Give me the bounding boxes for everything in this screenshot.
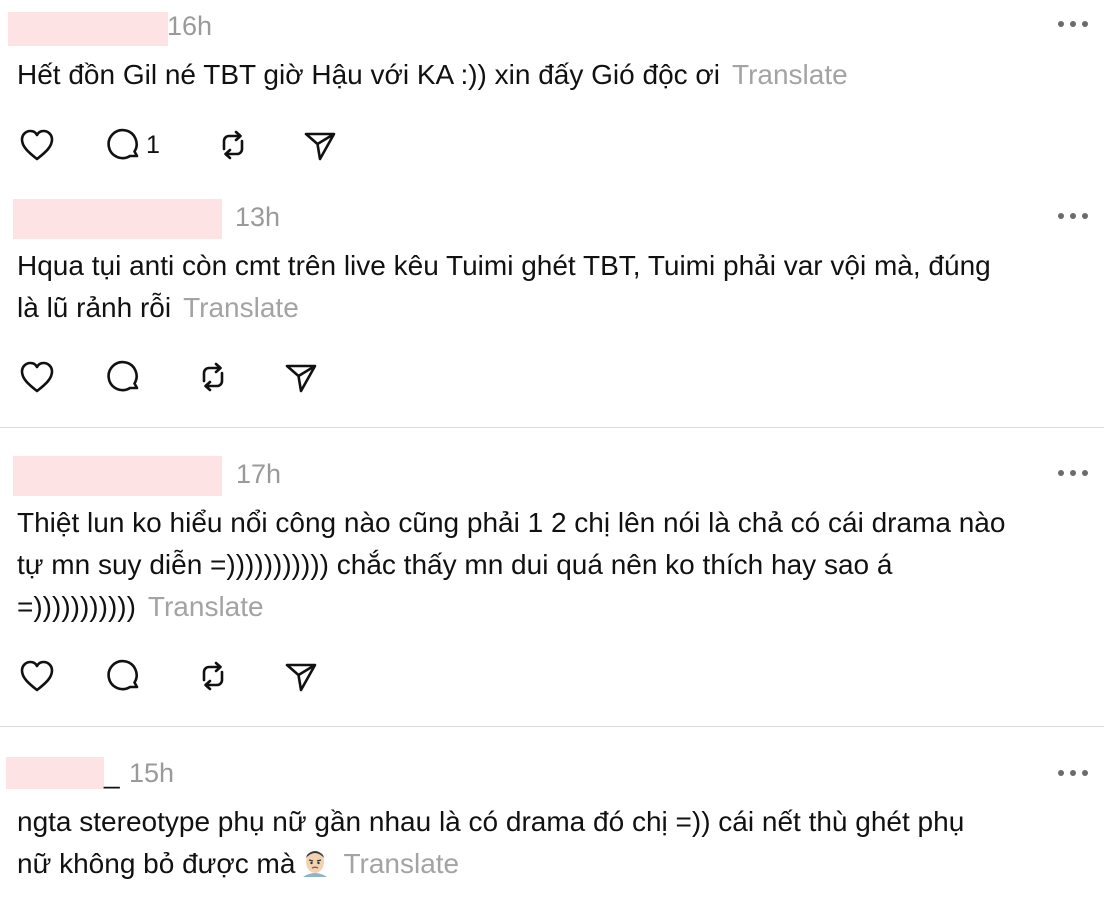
action-bar [0, 357, 400, 397]
share-icon [285, 663, 317, 692]
translate-link[interactable]: Translate [183, 292, 299, 323]
post-text: Hết đồn Gil né TBT giờ Hậu với KA :)) xi… [17, 54, 1086, 96]
more-icon [1058, 770, 1088, 776]
like-button[interactable] [19, 357, 55, 397]
post-time: 13h [235, 202, 281, 232]
post-divider [0, 726, 1104, 727]
username-redacted[interactable] [13, 199, 222, 239]
heart-icon [20, 129, 54, 161]
post-body-line-3: =))))))))))) [17, 591, 136, 622]
more-options-button[interactable] [1056, 20, 1090, 32]
post-body-line-1: ngta stereotype phụ nữ gần nhau là có dr… [17, 806, 965, 837]
share-button[interactable] [283, 656, 319, 696]
translate-link[interactable]: Translate [148, 591, 264, 622]
share-button[interactable] [302, 125, 338, 165]
post-body-line-1: Hqua tụi anti còn cmt trên live kêu Tuim… [17, 250, 991, 281]
username-redacted[interactable] [8, 12, 168, 46]
username-redacted[interactable] [6, 757, 104, 789]
comment-icon [107, 128, 139, 160]
share-icon [304, 132, 336, 161]
more-options-button[interactable] [1056, 212, 1090, 224]
reply-button[interactable] [106, 656, 142, 696]
comment-icon [107, 360, 139, 392]
post-time: 16h [167, 11, 213, 41]
more-options-button[interactable] [1056, 769, 1090, 781]
post-text: ngta stereotype phụ nữ gần nhau là có dr… [17, 801, 1086, 891]
comment-icon [107, 659, 139, 691]
face-emoji-icon [299, 847, 331, 891]
post-body-line-1: Thiệt lun ko hiểu nổi công nào cũng phải… [17, 507, 1006, 538]
translate-link[interactable]: Translate [732, 59, 848, 90]
more-icon [1058, 21, 1088, 27]
share-button[interactable] [283, 357, 319, 397]
repost-icon [202, 362, 224, 392]
reply-button[interactable]: 1 [106, 125, 160, 165]
action-bar [0, 656, 400, 696]
post-time: 17h [236, 459, 282, 489]
repost-button[interactable] [195, 357, 231, 397]
heart-icon [20, 660, 54, 692]
repost-icon [202, 661, 224, 691]
post-body-line-2: là lũ rảnh rỗi [17, 292, 172, 323]
heart-icon [20, 361, 54, 393]
post-divider [0, 427, 1104, 428]
post-text: Hqua tụi anti còn cmt trên live kêu Tuim… [17, 245, 1086, 329]
repost-button[interactable] [195, 656, 231, 696]
translate-link[interactable]: Translate [343, 848, 459, 879]
post-time: 15h [129, 758, 175, 788]
username-suffix: _ [104, 758, 120, 789]
reply-button[interactable] [106, 357, 142, 397]
repost-icon [222, 130, 244, 160]
more-icon [1058, 213, 1088, 219]
more-icon [1058, 470, 1088, 476]
like-button[interactable] [19, 125, 55, 165]
more-options-button[interactable] [1056, 469, 1090, 481]
share-icon [285, 364, 317, 393]
reply-count: 1 [146, 130, 160, 159]
post-body: Hết đồn Gil né TBT giờ Hậu với KA :)) xi… [17, 59, 721, 90]
post-body-line-2: nữ không bỏ được mà [17, 848, 296, 879]
repost-button[interactable] [215, 125, 251, 165]
username-redacted[interactable] [13, 456, 222, 496]
post-body-line-2: tự mn suy diễn =))))))))))) chắc thấy mn… [17, 549, 893, 580]
like-button[interactable] [19, 656, 55, 696]
post-text: Thiệt lun ko hiểu nổi công nào cũng phải… [17, 502, 1086, 628]
action-bar: 1 [0, 125, 400, 165]
